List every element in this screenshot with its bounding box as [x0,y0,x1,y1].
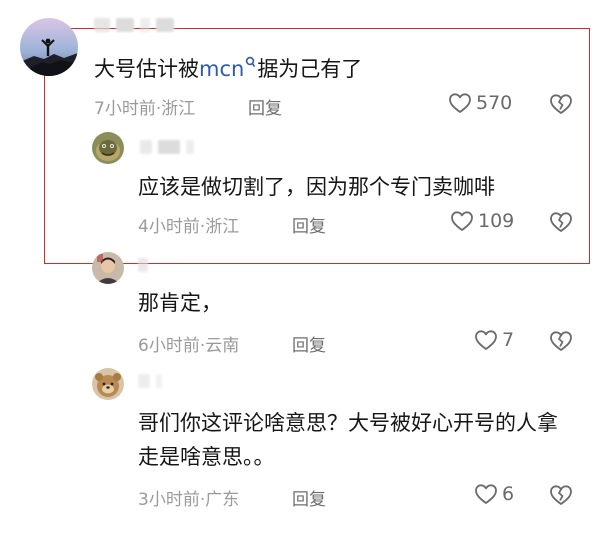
avatar[interactable] [92,132,124,164]
comment-text: 应该是做切割了，因为那个专门卖咖啡 [138,175,495,199]
comment-text: 大号估计被mcn 据为己有了 [94,56,363,81]
like-button[interactable]: 7 [474,329,514,351]
comment-meta: 6小时前·云南 [138,336,240,356]
comment-meta: 3小时前·广东 [138,490,240,510]
broken-heart-icon[interactable] [548,92,574,116]
avatar-image [92,252,124,284]
reply-button[interactable]: 回复 [292,331,326,356]
reply-button[interactable]: 回复 [292,212,326,237]
avatar-image [20,18,78,76]
like-count: 109 [478,210,515,232]
broken-heart-icon[interactable] [548,483,574,507]
heart-icon [451,211,473,231]
heart-icon [475,330,497,350]
mcn-search-link[interactable]: mcn [199,56,257,81]
comment-text: 哥们你这评论啥意思？大号被好心开号的人拿走是啥意思。。 [138,411,558,469]
like-count: 7 [502,329,515,351]
like-button[interactable]: 109 [450,210,514,232]
comment-text: 那肯定， [138,291,222,315]
search-icon [246,56,256,68]
comment-meta: 7小时前·浙江 [94,99,196,119]
comment-meta: 4小时前·浙江 [138,217,240,237]
like-button[interactable]: 6 [474,483,514,505]
avatar[interactable] [20,18,78,76]
broken-heart-icon[interactable] [548,210,574,234]
like-button[interactable]: 570 [448,92,512,114]
reply-button[interactable]: 回复 [292,485,326,510]
username-redacted [138,374,162,390]
like-count: 6 [502,483,515,505]
username-redacted [138,258,148,274]
avatar[interactable] [92,368,124,400]
heart-icon [449,93,471,113]
username-redacted [94,18,174,34]
username-redacted [140,140,194,156]
avatar-image [92,132,124,164]
avatar[interactable] [92,252,124,284]
heart-icon [475,484,497,504]
broken-heart-icon[interactable] [548,329,574,353]
avatar-image [92,368,124,400]
like-count: 570 [476,92,513,114]
reply-button[interactable]: 回复 [248,94,282,119]
